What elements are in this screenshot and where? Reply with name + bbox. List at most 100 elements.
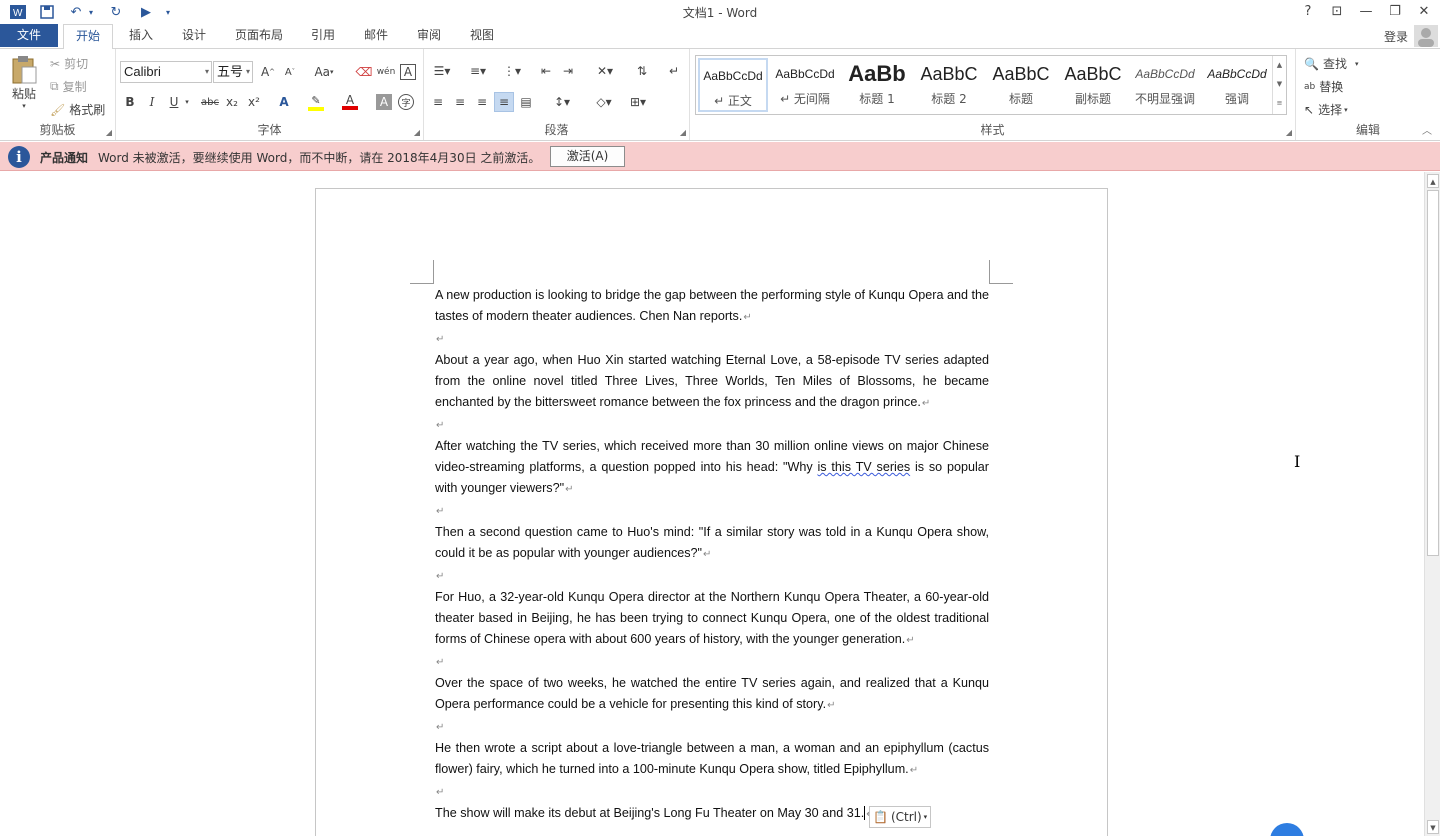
collapse-ribbon-icon[interactable]: ︿ xyxy=(1422,122,1432,137)
subscript-button[interactable]: x₂ xyxy=(222,92,242,112)
clipboard-launcher-icon[interactable]: ◢ xyxy=(106,128,112,137)
ribbon-display-options-icon[interactable]: ⊡ xyxy=(1325,2,1349,22)
paragraph[interactable]: Then a second question came to Huo's min… xyxy=(435,522,989,565)
shading-icon[interactable]: ◇▾ xyxy=(590,92,618,112)
activate-button[interactable]: 激活(A) xyxy=(550,146,625,167)
select-button[interactable]: ↖ 选择 ▾ xyxy=(1304,101,1348,118)
style-subtle-emphasis[interactable]: AaBbCcDd 不明显强调 xyxy=(1130,58,1200,112)
empty-paragraph[interactable]: ↵ xyxy=(435,781,989,803)
tab-references[interactable]: 引用 xyxy=(304,24,342,48)
empty-paragraph[interactable]: ↵ xyxy=(435,414,989,436)
minimize-icon[interactable]: — xyxy=(1354,2,1378,22)
chevron-down-icon[interactable]: ▼ xyxy=(1273,75,1286,94)
gallery-more-icon[interactable]: ≡ xyxy=(1273,94,1286,113)
styles-gallery-scroll[interactable]: ▲ ▼ ≡ xyxy=(1272,56,1286,114)
character-border-icon[interactable]: A xyxy=(400,64,416,80)
empty-paragraph[interactable]: ↵ xyxy=(435,565,989,587)
style-no-spacing[interactable]: AaBbCcDd ↵ 无间隔 xyxy=(770,58,840,112)
empty-paragraph[interactable]: ↵ xyxy=(435,500,989,522)
justify-icon[interactable]: ≡ xyxy=(494,92,514,112)
text-effects-icon[interactable]: A xyxy=(274,92,294,112)
paragraph-launcher-icon[interactable]: ◢ xyxy=(680,128,686,137)
chevron-up-icon[interactable]: ▲ xyxy=(1273,56,1286,75)
document-body[interactable]: A new production is looking to bridge th… xyxy=(435,285,989,825)
cut-button[interactable]: ✂ 剪切 xyxy=(50,55,88,72)
decrease-indent-icon[interactable]: ⇤ xyxy=(536,61,556,81)
help-button[interactable]: ? xyxy=(1296,2,1320,22)
style-heading-1[interactable]: AaBb 标题 1 xyxy=(842,58,912,112)
underline-button[interactable]: U xyxy=(164,92,184,112)
chinese-layout-icon[interactable]: ✕▾ xyxy=(590,61,620,81)
numbering-icon[interactable]: ≡▾ xyxy=(464,61,492,81)
paragraph[interactable]: After watching the TV series, which rece… xyxy=(435,436,989,500)
tab-home[interactable]: 开始 xyxy=(63,24,113,49)
italic-button[interactable]: I xyxy=(142,92,162,112)
paste-options-button[interactable]: 📋 (Ctrl) ▾ xyxy=(869,806,931,828)
increase-indent-icon[interactable]: ⇥ xyxy=(558,61,578,81)
style-emphasis[interactable]: AaBbCcDd 强调 xyxy=(1202,58,1272,112)
format-painter-button[interactable]: 🖌 格式刷 xyxy=(50,101,105,118)
highlight-color-button[interactable]: ✎ xyxy=(306,92,326,112)
paragraph[interactable]: About a year ago, when Huo Xin started w… xyxy=(435,350,989,414)
font-size-combo[interactable]: 五号 ▾ xyxy=(213,61,253,83)
tab-review[interactable]: 审阅 xyxy=(410,24,448,48)
superscript-button[interactable]: x² xyxy=(244,92,264,112)
show-formatting-marks-icon[interactable]: ↵ xyxy=(664,61,684,81)
style-normal[interactable]: AaBbCcDd ↵ 正文 xyxy=(698,58,768,112)
scroll-up-icon[interactable]: ▲ xyxy=(1427,174,1439,188)
style-title[interactable]: AaBbC 标题 xyxy=(986,58,1056,112)
sort-icon[interactable]: ⇅ xyxy=(632,61,652,81)
restore-icon[interactable]: ❐ xyxy=(1383,2,1407,22)
phonetic-guide-button[interactable]: wén xyxy=(376,62,396,82)
multilevel-list-icon[interactable]: ⋮▾ xyxy=(498,61,526,81)
underline-dropdown-icon[interactable]: ▾ xyxy=(182,92,192,112)
align-center-icon[interactable]: ≡ xyxy=(450,92,470,112)
bullets-icon[interactable]: ☰▾ xyxy=(428,61,456,81)
find-button[interactable]: 🔍 查找 ▾ xyxy=(1304,55,1358,72)
clear-formatting-icon[interactable]: ⌫ xyxy=(354,62,374,82)
change-case-button[interactable]: Aa ▾ xyxy=(310,62,338,82)
paragraph[interactable]: He then wrote a script about a love-tria… xyxy=(435,738,989,781)
paste-dropdown-icon[interactable]: ▾ xyxy=(22,102,26,110)
bold-button[interactable]: B xyxy=(120,92,140,112)
shrink-font-icon[interactable]: Aˇ xyxy=(280,62,300,82)
style-heading-2[interactable]: AaBbC 标题 2 xyxy=(914,58,984,112)
font-name-combo[interactable]: Calibri ▾ xyxy=(120,61,212,83)
tab-view[interactable]: 视图 xyxy=(463,24,501,48)
paragraph[interactable]: For Huo, a 32-year-old Kunqu Opera direc… xyxy=(435,587,989,651)
replace-button[interactable]: ab 替换 xyxy=(1304,78,1343,95)
enclose-characters-icon[interactable]: 字 xyxy=(398,94,414,110)
paragraph[interactable]: A new production is looking to bridge th… xyxy=(435,285,989,328)
styles-launcher-icon[interactable]: ◢ xyxy=(1286,128,1292,137)
scrollbar-thumb[interactable] xyxy=(1427,190,1439,556)
sign-in-link[interactable]: 登录 xyxy=(1384,28,1408,45)
character-shading-icon[interactable]: A xyxy=(376,94,392,110)
empty-paragraph[interactable]: ↵ xyxy=(435,651,989,673)
tab-layout[interactable]: 页面布局 xyxy=(228,24,290,48)
spelling-error-underline[interactable]: is this TV series xyxy=(818,460,911,474)
font-launcher-icon[interactable]: ◢ xyxy=(414,128,420,137)
tab-mailings[interactable]: 邮件 xyxy=(357,24,395,48)
tab-insert[interactable]: 插入 xyxy=(122,24,160,48)
style-subtitle[interactable]: AaBbC 副标题 xyxy=(1058,58,1128,112)
avatar[interactable] xyxy=(1414,25,1438,47)
strikethrough-button[interactable]: abc xyxy=(198,92,222,112)
document-area[interactable]: A new production is looking to bridge th… xyxy=(0,172,1424,836)
font-color-button[interactable]: A xyxy=(340,92,360,112)
align-right-icon[interactable]: ≡ xyxy=(472,92,492,112)
scroll-down-icon[interactable]: ▼ xyxy=(1427,820,1439,834)
line-spacing-icon[interactable]: ↕▾ xyxy=(548,92,576,112)
distributed-icon[interactable]: ▤ xyxy=(516,92,536,112)
tab-file[interactable]: 文件 xyxy=(0,24,58,47)
paste-button[interactable]: 粘贴 ▾ xyxy=(6,55,42,115)
close-icon[interactable]: ✕ xyxy=(1412,2,1436,22)
document-page[interactable]: A new production is looking to bridge th… xyxy=(315,188,1108,836)
copy-button[interactable]: ⧉ 复制 xyxy=(50,78,87,95)
vertical-scrollbar[interactable]: ▲ ▼ xyxy=(1424,172,1440,836)
empty-paragraph[interactable]: ↵ xyxy=(435,328,989,350)
align-left-icon[interactable]: ≡ xyxy=(428,92,448,112)
empty-paragraph[interactable]: ↵ xyxy=(435,716,989,738)
borders-icon[interactable]: ⊞▾ xyxy=(624,92,652,112)
paragraph[interactable]: Over the space of two weeks, he watched … xyxy=(435,673,989,716)
tab-design[interactable]: 设计 xyxy=(175,24,213,48)
